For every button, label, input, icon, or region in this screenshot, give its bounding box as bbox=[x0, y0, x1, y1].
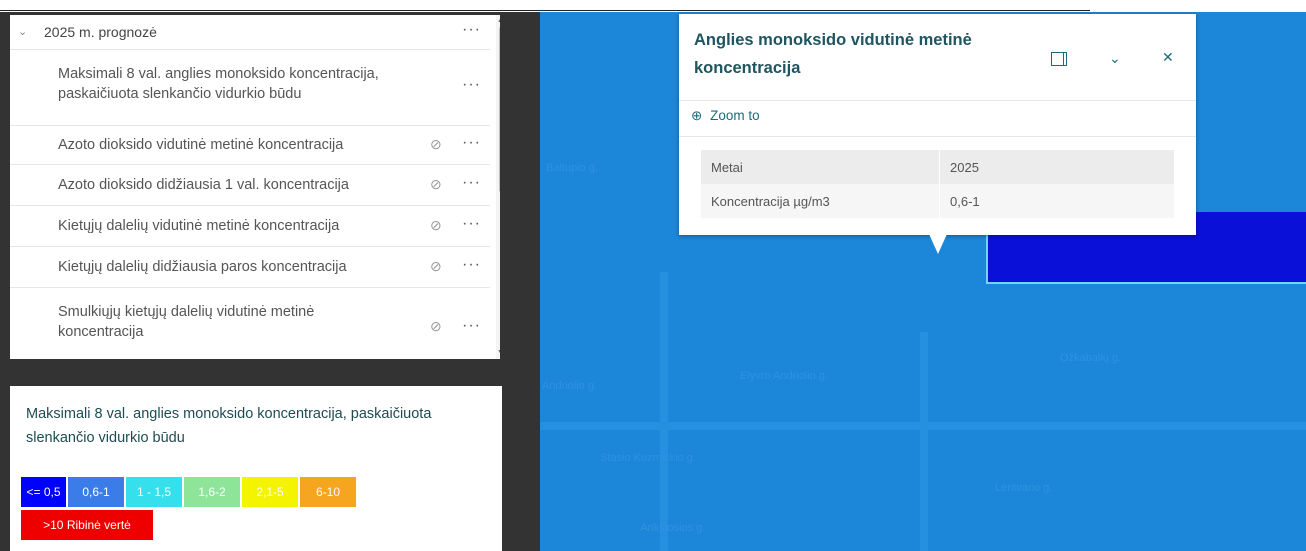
layer-group-row[interactable]: ⌄ 2025 m. prognozė ··· bbox=[10, 15, 490, 50]
zoom-in-icon: ⊕ bbox=[691, 108, 703, 123]
field-name: Koncentracija µg/m3 bbox=[701, 184, 940, 218]
layer-group-title: 2025 m. prognozė bbox=[44, 24, 157, 40]
street-label: Stasio Kuzmickio g. bbox=[600, 452, 696, 464]
scroll-down-arrow-icon[interactable]: ▼ bbox=[497, 349, 500, 356]
popup-divider bbox=[679, 136, 1196, 137]
eye-off-icon[interactable]: ⊘ bbox=[430, 136, 442, 153]
layer-list-panel: ⌄ 2025 m. prognozė ··· Maksimali 8 val. … bbox=[10, 15, 500, 359]
zoom-to-label: Zoom to bbox=[710, 108, 760, 123]
close-icon[interactable]: ✕ bbox=[1162, 49, 1174, 66]
zoom-to-button[interactable]: ⊕ Zoom to bbox=[691, 108, 760, 124]
popup-pointer bbox=[929, 234, 947, 254]
street-label: Ožkabalių g. bbox=[1060, 352, 1122, 364]
legend-class: >10 Ribinė vertė bbox=[21, 510, 153, 540]
more-options-icon[interactable]: ··· bbox=[462, 257, 481, 273]
map-road bbox=[660, 272, 668, 551]
legend-class: 1,6-2 bbox=[184, 477, 240, 507]
feature-popup: Anglies monoksido vidutinė metinė koncen… bbox=[679, 14, 1196, 235]
layer-label: Azoto dioksido didžiausia 1 val. koncent… bbox=[58, 177, 349, 193]
layer-label: Kietųjų dalelių didžiausia paros koncent… bbox=[58, 259, 347, 275]
more-options-icon[interactable]: ··· bbox=[462, 216, 481, 232]
layer-item[interactable]: Smulkiųjų kietųjų dalelių vidutinė metin… bbox=[10, 288, 490, 359]
dock-icon[interactable] bbox=[1051, 52, 1067, 66]
eye-off-icon[interactable]: ⊘ bbox=[430, 217, 442, 234]
layer-label: Azoto dioksido vidutinė metinė koncentra… bbox=[58, 137, 344, 153]
street-label: Elyvro Andriolio g. bbox=[740, 370, 829, 382]
field-value: 2025 bbox=[939, 150, 1174, 184]
top-divider bbox=[0, 10, 1090, 11]
layer-label: Kietųjų dalelių vidutinė metinė koncentr… bbox=[58, 218, 340, 234]
legend-class: 6-10 bbox=[300, 477, 356, 507]
street-label: Ankštosios g. bbox=[640, 522, 706, 534]
layer-item[interactable]: Kietųjų dalelių didžiausia paros koncent… bbox=[10, 247, 490, 288]
field-value: 0,6-1 bbox=[939, 184, 1174, 218]
popup-divider bbox=[679, 100, 1196, 101]
layer-label: Smulkiųjų kietųjų dalelių vidutinė metin… bbox=[58, 304, 315, 340]
collapse-chevron-icon[interactable]: ⌄ bbox=[1109, 50, 1121, 67]
legend-title: Maksimali 8 val. anglies monoksido konce… bbox=[26, 406, 432, 446]
legend-class: 0,6-1 bbox=[68, 477, 124, 507]
legend-class: <= 0,5 bbox=[21, 477, 66, 507]
eye-off-icon[interactable]: ⊘ bbox=[430, 176, 442, 193]
table-row: Metai 2025 bbox=[701, 150, 1174, 184]
layer-item[interactable]: Maksimali 8 val. anglies monoksido konce… bbox=[10, 50, 490, 126]
layer-item[interactable]: Azoto dioksido vidutinė metinė koncentra… bbox=[10, 126, 490, 165]
scrollbar-thumb[interactable] bbox=[499, 27, 500, 192]
scroll-up-arrow-icon[interactable]: ▲ bbox=[497, 17, 500, 24]
map-road bbox=[920, 332, 928, 551]
table-row: Koncentracija µg/m3 0,6-1 bbox=[701, 184, 1174, 218]
popup-title: Anglies monoksido vidutinė metinė koncen… bbox=[694, 31, 972, 77]
chevron-down-icon[interactable]: ⌄ bbox=[18, 25, 27, 38]
legend-panel: Maksimali 8 val. anglies monoksido konce… bbox=[10, 386, 502, 551]
legend-class: 2,1-5 bbox=[242, 477, 298, 507]
attribute-table: Metai 2025 Koncentracija µg/m3 0,6-1 bbox=[701, 150, 1174, 218]
street-label: Lentvario g. bbox=[995, 482, 1053, 494]
more-options-icon[interactable]: ··· bbox=[462, 135, 481, 151]
eye-off-icon[interactable]: ⊘ bbox=[430, 318, 442, 335]
more-options-icon[interactable]: ··· bbox=[462, 175, 481, 191]
field-name: Metai bbox=[701, 150, 940, 184]
more-options-icon[interactable]: ··· bbox=[462, 22, 481, 38]
eye-off-icon[interactable]: ⊘ bbox=[430, 258, 442, 275]
street-label: Andriolio g. bbox=[542, 380, 598, 392]
street-label: Baltupio g. bbox=[546, 162, 598, 174]
layer-item[interactable]: Kietųjų dalelių vidutinė metinė koncentr… bbox=[10, 206, 490, 247]
layer-item[interactable]: Azoto dioksido didžiausia 1 val. koncent… bbox=[10, 165, 490, 206]
more-options-icon[interactable]: ··· bbox=[462, 318, 481, 334]
more-options-icon[interactable]: ··· bbox=[462, 77, 481, 93]
legend-class: 1 - 1,5 bbox=[126, 477, 182, 507]
layer-label: Maksimali 8 val. anglies monoksido konce… bbox=[58, 66, 379, 102]
